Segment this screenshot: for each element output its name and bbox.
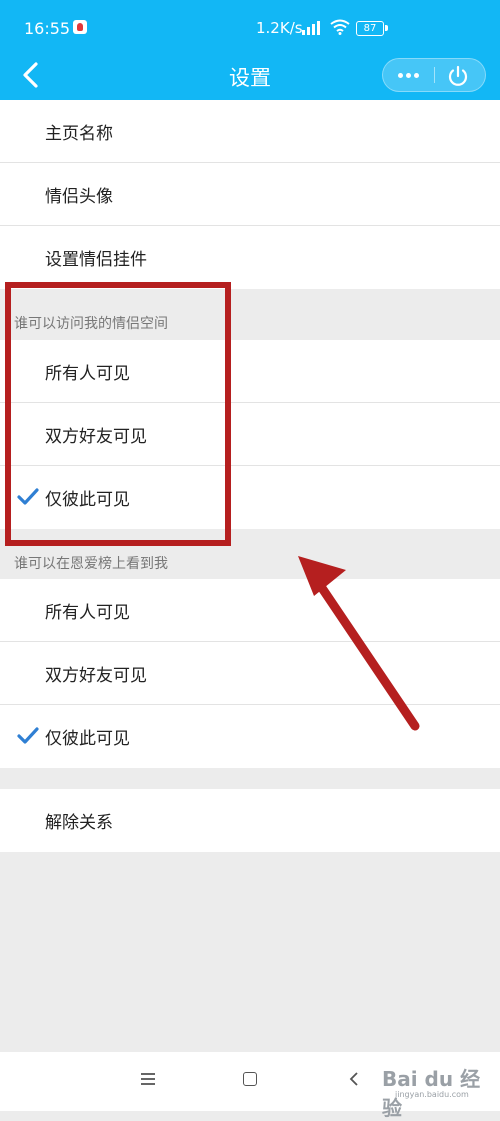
settings-item-couple-pendant[interactable]: 设置情侣挂件 xyxy=(0,226,500,289)
status-bar: 16:55 1.2K/s 87 xyxy=(0,0,500,50)
annotation-arrow-icon xyxy=(298,556,420,731)
capsule-menu xyxy=(382,58,486,92)
status-time: 16:55 xyxy=(24,19,71,38)
home-icon[interactable] xyxy=(243,1072,257,1086)
nav-bar: 设置 xyxy=(0,50,500,100)
settings-item-label: 主页名称 xyxy=(45,124,113,144)
menu-icon[interactable] xyxy=(140,1072,156,1086)
network-speed: 1.2K/s xyxy=(256,19,303,37)
settings-item-home-name[interactable]: 主页名称 xyxy=(0,100,500,163)
settings-item-couple-avatar[interactable]: 情侣头像 xyxy=(0,163,500,226)
battery-icon: 87 xyxy=(356,21,388,36)
settings-item-label: 解除关系 xyxy=(45,813,113,833)
unbind-relation-button[interactable]: 解除关系 xyxy=(0,789,500,852)
back-triangle-icon[interactable] xyxy=(348,1071,360,1087)
checkmark-icon xyxy=(17,727,39,744)
capsule-divider xyxy=(434,67,435,83)
option-label: 双方好友可见 xyxy=(45,666,147,686)
wifi-icon xyxy=(330,19,350,35)
option-label: 所有人可见 xyxy=(45,603,130,623)
power-icon[interactable] xyxy=(445,63,471,89)
basic-settings-group: 主页名称 情侣头像 设置情侣挂件 xyxy=(0,100,500,289)
watermark-url: jingyan.baidu.com xyxy=(395,1090,469,1099)
battery-level: 87 xyxy=(363,23,377,34)
section-header-ranking: 谁可以在恩爱榜上看到我 xyxy=(14,556,168,572)
settings-item-label: 情侣头像 xyxy=(45,187,113,207)
relation-group: 解除关系 xyxy=(0,789,500,852)
signal-icon xyxy=(302,21,320,35)
highlight-box xyxy=(5,282,231,546)
settings-item-label: 设置情侣挂件 xyxy=(45,250,147,270)
more-dots-icon[interactable] xyxy=(383,59,435,91)
qq-notification-icon xyxy=(73,20,87,34)
option-label: 仅彼此可见 xyxy=(45,729,130,749)
